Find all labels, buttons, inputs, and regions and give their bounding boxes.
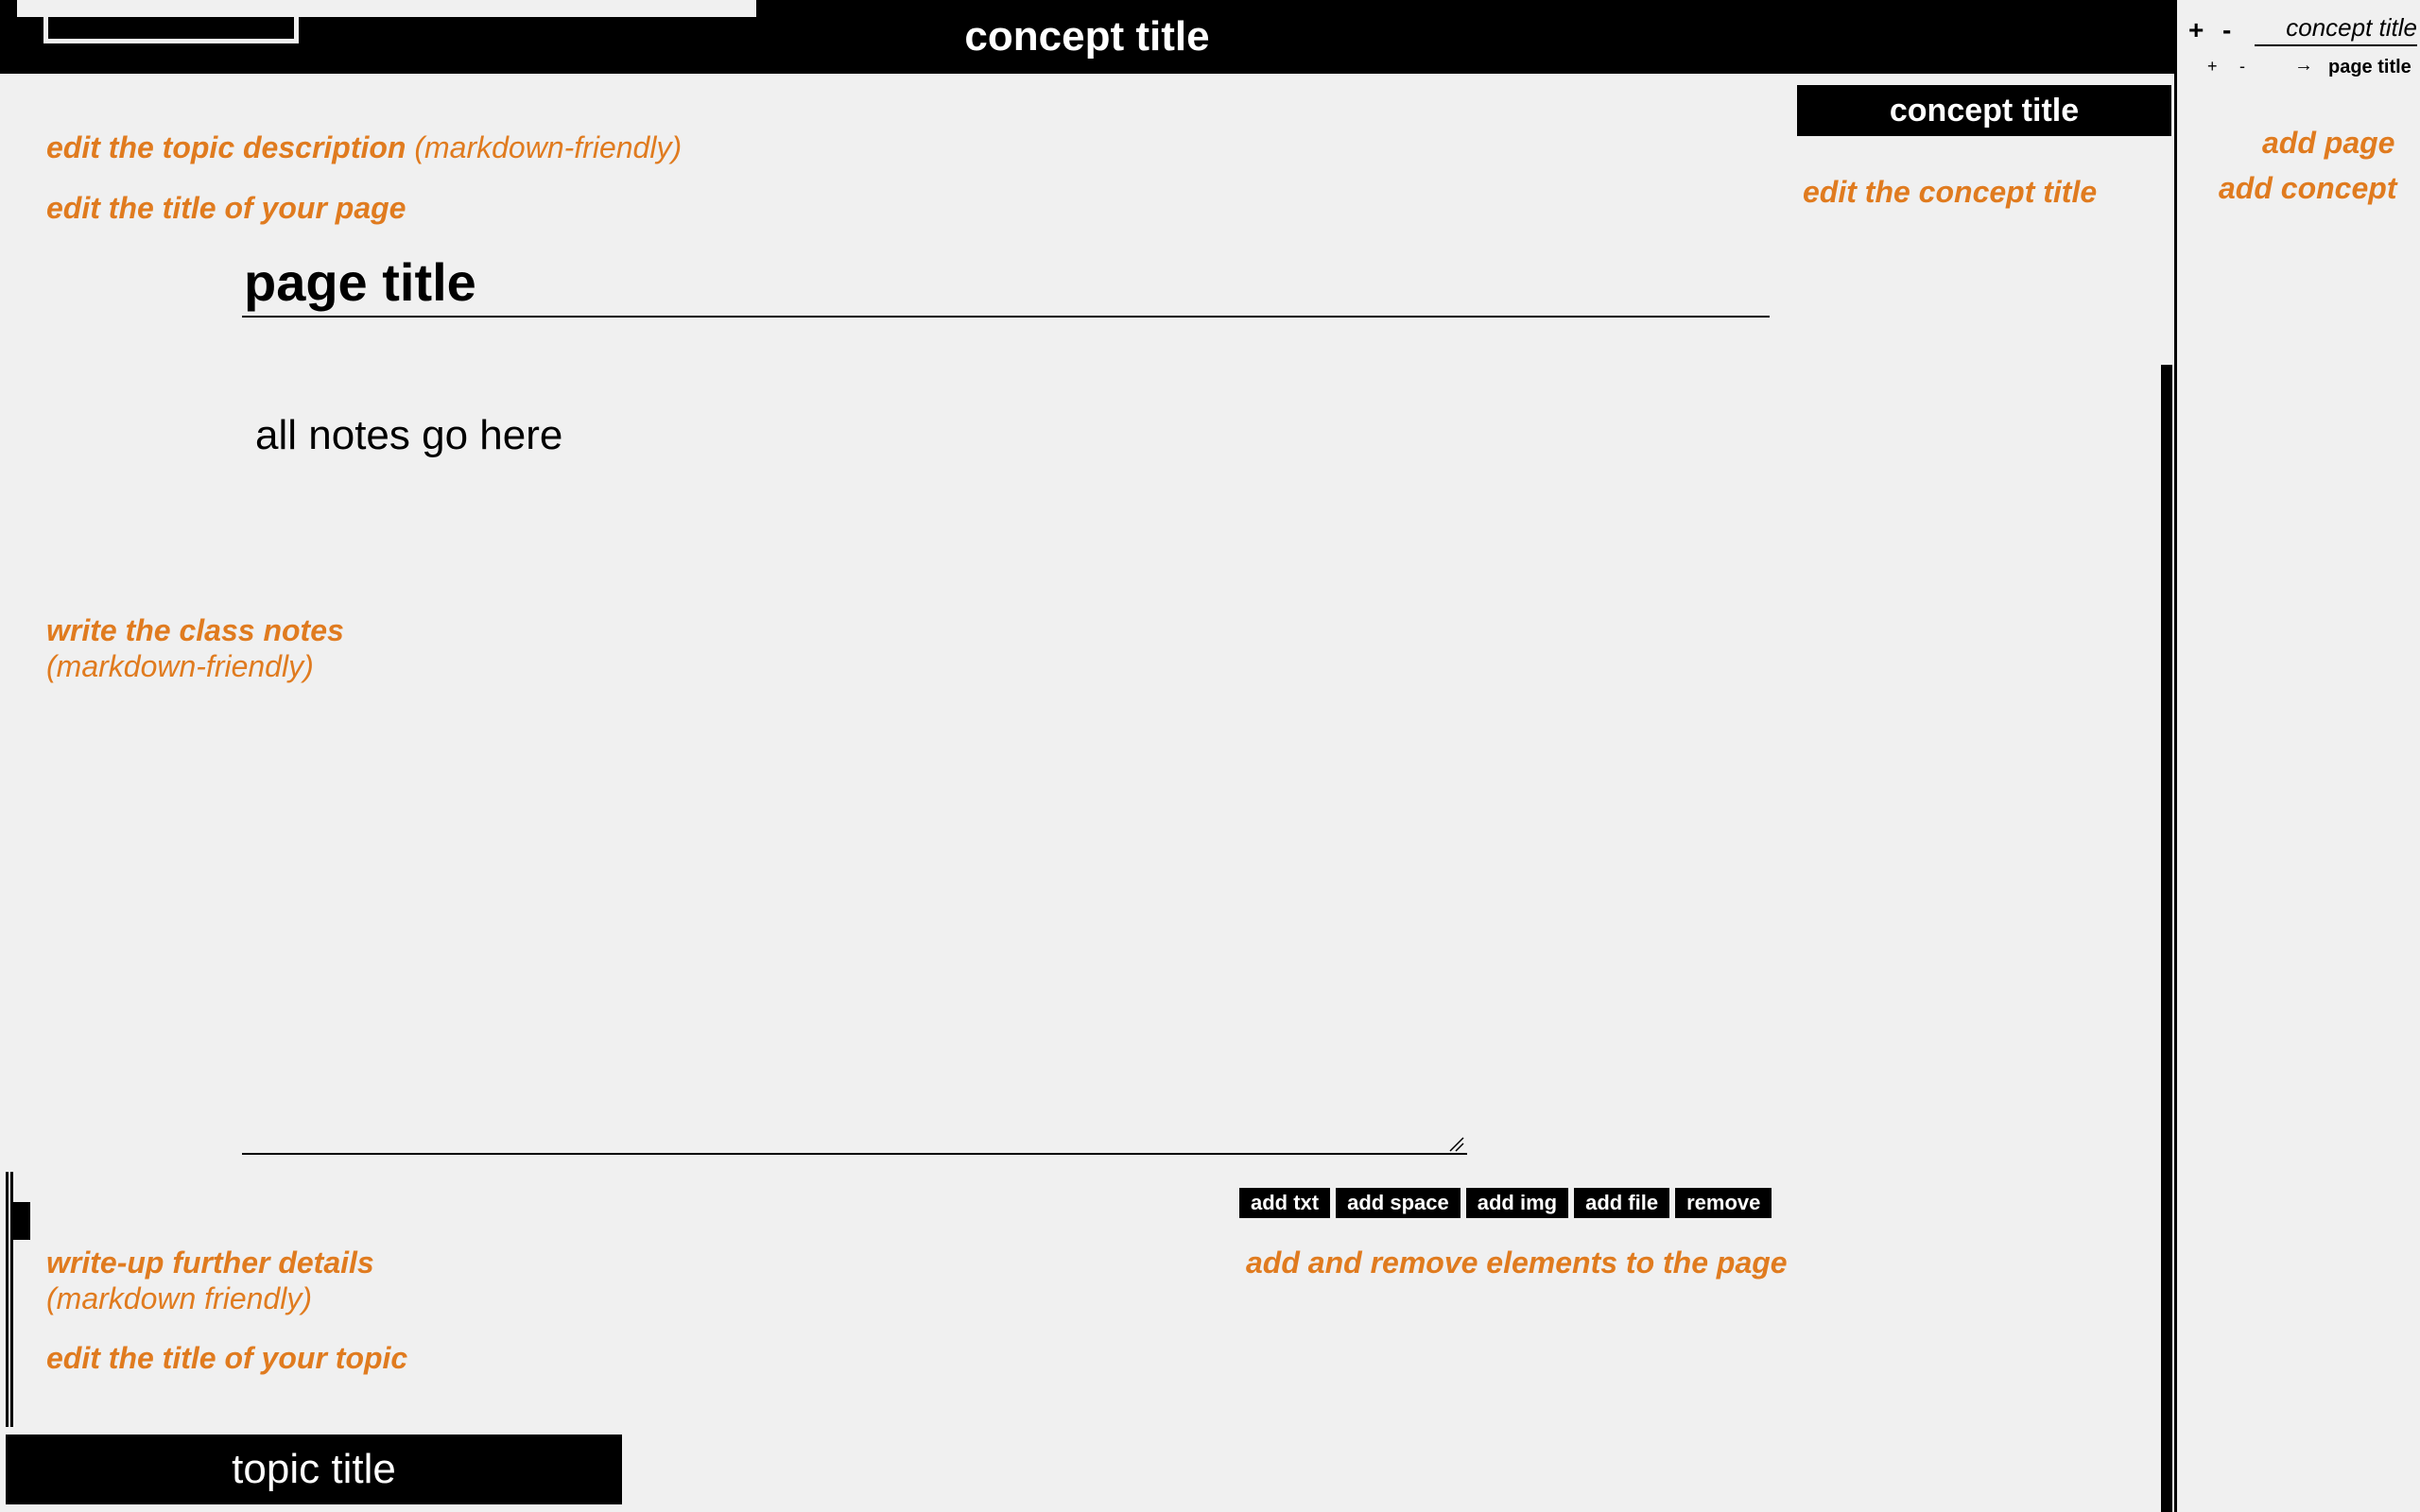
hint-concept-title: edit the concept title [1803,175,2098,209]
header-concept-title[interactable]: concept title [0,0,2174,74]
add-page-link[interactable]: add page [2262,125,2394,161]
hint-page-title: edit the title of your page [46,191,406,225]
hint-elements: add and remove elements to the page [1246,1246,1788,1280]
add-img-button[interactable]: add img [1465,1188,1569,1218]
hint-topic-title: edit the title of your topic [46,1341,408,1375]
hint-further-details: write-up further details [46,1246,374,1280]
sidebar-page-title[interactable]: page title [2328,57,2411,78]
sidebar-concept-title[interactable]: concept title [2255,13,2417,46]
arrow-right-icon: → [2294,55,2313,76]
add-file-button[interactable]: add file [1574,1188,1670,1218]
hint-class-notes-suffix: (markdown-friendly) [46,648,314,684]
concept-minus-button[interactable]: - [2222,15,2231,45]
outline-sidebar: + - concept title + - → page title add p… [2174,0,2420,1512]
notes-textarea[interactable]: all notes go here [242,397,1467,1155]
hint-class-notes: write the class notes [46,613,344,647]
top-bar: concept title [0,0,2174,74]
hint-class-notes-suffix-text: (markdown-friendly) [46,649,314,683]
add-txt-button[interactable]: add txt [1239,1188,1331,1218]
page-plus-button[interactable]: + [2207,57,2218,77]
hint-topic-description-text: edit the topic description [46,130,406,164]
page-title-input[interactable] [242,248,1770,318]
remove-button[interactable]: remove [1675,1188,1772,1218]
add-concept-link[interactable]: add concept [2219,170,2396,206]
add-space-button[interactable]: add space [1336,1188,1461,1218]
main-scrollbar[interactable] [2161,365,2172,1512]
hint-topic-description: edit the topic description (markdown-fri… [46,129,682,165]
topic-title[interactable]: topic title [6,1435,622,1504]
app-root: concept title edit the topic description… [0,0,2420,1512]
page-minus-button[interactable]: - [2239,57,2245,77]
resize-grip-icon[interactable] [1448,1136,1465,1153]
element-toolbar: add txt add space add img add file remov… [1239,1188,1772,1218]
hint-further-details-suffix-text: (markdown friendly) [46,1281,312,1315]
hint-topic-description-suffix: (markdown-friendly) [414,130,683,164]
concept-plus-button[interactable]: + [2188,15,2204,45]
details-rail-handle[interactable] [11,1202,30,1240]
hint-further-details-suffix: (markdown friendly) [46,1280,312,1316]
concept-title-box[interactable]: concept title [1797,85,2171,136]
